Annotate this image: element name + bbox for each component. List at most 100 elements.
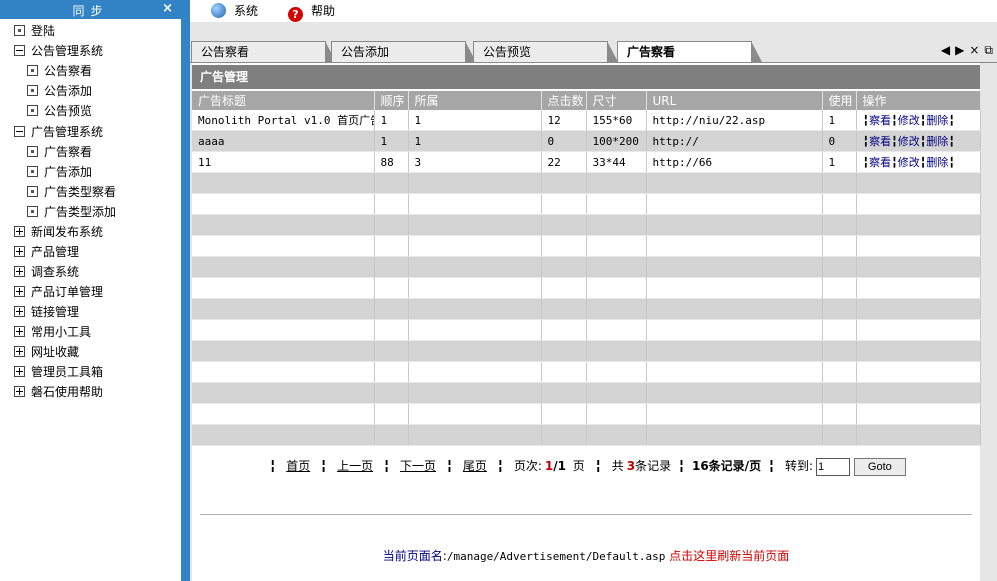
table-row (192, 256, 981, 278)
expand-icon[interactable] (14, 366, 25, 377)
tree-node[interactable]: 新闻发布系统 (14, 222, 103, 242)
empty-cell (646, 235, 823, 257)
empty-cell (856, 340, 981, 362)
system-menu-button[interactable]: 系统 (211, 2, 258, 20)
goto-button[interactable]: Goto (853, 457, 906, 476)
table-cell: 88 (374, 151, 409, 173)
empty-cell (374, 340, 409, 362)
tree-node[interactable]: 广告类型察看 (27, 182, 116, 202)
empty-cell (646, 298, 823, 320)
tree-node[interactable]: 公告察看 (27, 61, 92, 81)
empty-cell (374, 424, 409, 446)
delete-link[interactable]: 删除 (926, 156, 948, 169)
tree-node[interactable]: 广告类型添加 (27, 202, 116, 222)
tree-node[interactable]: 公告预览 (27, 101, 92, 121)
tab-prev-icon[interactable]: ◀ (941, 43, 950, 57)
expand-icon[interactable] (14, 386, 25, 397)
help-menu-button[interactable]: ? 帮助 (288, 2, 335, 22)
tree-node[interactable]: 常用小工具 (14, 322, 91, 342)
last-page-link[interactable]: 尾页 (463, 459, 487, 473)
empty-cell (856, 277, 981, 299)
view-link[interactable]: 察看 (869, 135, 891, 148)
delete-link[interactable]: 删除 (926, 114, 948, 127)
empty-cell (408, 340, 542, 362)
table-cell: 1 (408, 130, 542, 152)
tree-node[interactable]: 调查系统 (14, 262, 79, 282)
page-icon (27, 85, 38, 96)
goto-page-input[interactable] (816, 457, 851, 476)
expand-icon[interactable] (14, 286, 25, 297)
tab-ad-view[interactable]: 广告察看 (617, 41, 762, 62)
expand-icon[interactable] (14, 226, 25, 237)
empty-cell (856, 235, 981, 257)
close-icon[interactable]: × (162, 1, 173, 16)
tree-node[interactable]: 公告管理系统 (14, 41, 103, 61)
tab-restore-icon[interactable]: ⧉ (984, 43, 993, 57)
footer: 当前页面名:/manage/Advertisement/Default.asp … (192, 547, 980, 564)
empty-cell (541, 277, 587, 299)
table-cell: 1 (822, 110, 857, 131)
tree-node[interactable]: 登陆 (14, 21, 55, 41)
view-link[interactable]: 察看 (869, 156, 891, 169)
table-cell: 1 (408, 110, 542, 131)
empty-cell (822, 298, 857, 320)
collapse-icon[interactable] (14, 45, 25, 56)
expand-icon[interactable] (14, 266, 25, 277)
tab-notice-view[interactable]: 公告察看 (191, 41, 336, 62)
expand-icon[interactable] (14, 306, 25, 317)
tree-node[interactable]: 公告添加 (27, 81, 92, 101)
empty-cell (822, 235, 857, 257)
tree-node-label: 网址收藏 (31, 345, 80, 359)
tree-node[interactable]: 网址收藏 (14, 342, 79, 362)
empty-cell (646, 340, 823, 362)
expand-icon[interactable] (14, 246, 25, 257)
edit-link[interactable]: 修改 (898, 156, 920, 169)
panel-splitter[interactable] (181, 0, 190, 581)
first-page-link[interactable]: 首页 (286, 459, 310, 473)
tree-node[interactable]: 管理员工具箱 (14, 362, 103, 382)
tree-node[interactable]: 广告管理系统 (14, 122, 103, 142)
empty-cell (408, 256, 542, 278)
empty-cell (374, 235, 409, 257)
tree-node-label: 广告管理系统 (31, 125, 104, 139)
refresh-page-link[interactable]: 点击这里刷新当前页面 (669, 549, 789, 563)
empty-cell (646, 277, 823, 299)
tab-close-icon[interactable]: × (969, 43, 979, 57)
empty-cell (541, 256, 587, 278)
tree-node[interactable]: 产品订单管理 (14, 282, 103, 302)
table-row (192, 319, 981, 341)
prev-page-link[interactable]: 上一页 (337, 459, 373, 473)
tree-node[interactable]: 广告添加 (27, 162, 92, 182)
empty-cell (822, 277, 857, 299)
table-row (192, 403, 981, 425)
expand-icon[interactable] (14, 326, 25, 337)
empty-cell (856, 193, 981, 215)
edit-link[interactable]: 修改 (898, 135, 920, 148)
tab-notice-preview[interactable]: 公告预览 (473, 41, 618, 62)
next-page-link[interactable]: 下一页 (400, 459, 436, 473)
empty-cell (646, 256, 823, 278)
collapse-icon[interactable] (14, 126, 25, 137)
tree-node-label: 公告添加 (44, 84, 93, 98)
tree-node[interactable]: 磐石使用帮助 (14, 382, 103, 402)
tree-node[interactable]: 产品管理 (14, 242, 79, 262)
tab-notice-add[interactable]: 公告添加 (331, 41, 476, 62)
edit-link[interactable]: 修改 (898, 114, 920, 127)
empty-cell (192, 319, 375, 341)
system-menu-label: 系统 (234, 4, 259, 18)
expand-icon[interactable] (14, 346, 25, 357)
delete-link[interactable]: 删除 (926, 135, 948, 148)
empty-cell (646, 382, 823, 404)
tree-node-label: 广告类型添加 (44, 205, 117, 219)
tree-node[interactable]: 链接管理 (14, 302, 79, 322)
tree-node-label: 产品管理 (31, 245, 80, 259)
col-header-order: 顺序 (374, 91, 409, 110)
tree-node-label: 公告察看 (44, 64, 93, 78)
tab-next-icon[interactable]: ▶ (955, 43, 964, 57)
table-row (192, 172, 981, 194)
tree-node[interactable]: 广告察看 (27, 142, 92, 162)
view-link[interactable]: 察看 (869, 114, 891, 127)
table-row (192, 193, 981, 215)
table-row (192, 340, 981, 362)
table-cell: Monolith Portal v1.0 首页广告 (192, 110, 375, 131)
